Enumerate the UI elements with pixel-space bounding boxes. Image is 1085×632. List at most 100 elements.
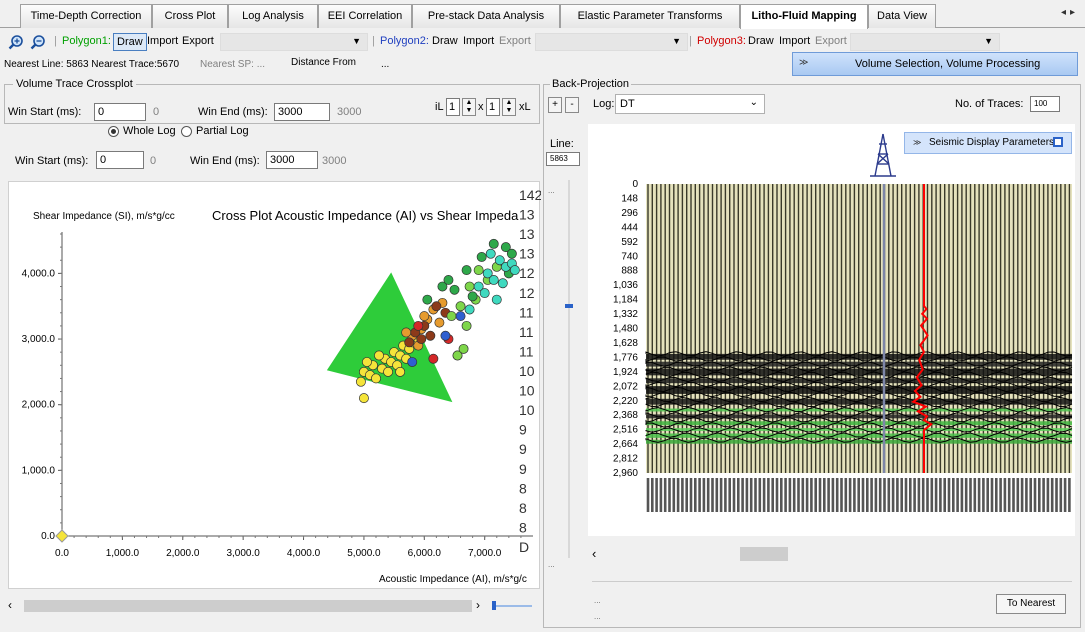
vol-win-end-input[interactable]: 3000 [274,103,330,121]
polygon1-import-button[interactable]: Import [147,35,178,47]
crossline-spinner-icon[interactable]: ▲ ▼ [502,98,516,116]
to-nearest-button[interactable]: To Nearest [996,594,1066,614]
tab-prestack-data-analysis[interactable]: Pre-stack Data Analysis [412,4,560,28]
partial-log-radio[interactable] [181,126,192,137]
colorbar-label: 13 [519,226,535,242]
polygon3-combo[interactable]: ▼ [850,33,1000,51]
scatter-point[interactable] [473,265,484,276]
scatter-point[interactable] [491,294,502,305]
volume-selection-button[interactable]: ≫ Volume Selection, Volume Processing [792,52,1078,76]
scatter-point[interactable] [416,334,427,344]
polygon2-draw-button[interactable]: Draw [432,35,458,47]
inline-step-input[interactable]: 1 [446,98,460,116]
tab-litho-fluid-mapping[interactable]: Litho-Fluid Mapping [740,4,868,29]
pin-icon[interactable] [1053,137,1063,147]
seismic-display-parameters-button[interactable]: ≫ Seismic Display Parameters [904,132,1072,154]
scatter-point[interactable] [464,304,475,315]
crossplot-scroll-thumb[interactable] [24,600,472,612]
log-win-start-input[interactable]: 0 [96,151,144,169]
slider-thumb[interactable] [565,304,573,308]
polygon2-export-button[interactable]: Export [499,35,531,47]
polygon3-export-button[interactable]: Export [815,35,847,47]
crossplot-chart-area[interactable]: Shear Impedance (SI), m/s*g/cc Cross Plot… [8,181,543,590]
line-vertical-slider[interactable]: ... ... [548,180,580,570]
line-input[interactable]: 5863 [546,152,580,166]
scatter-point[interactable] [419,311,430,322]
scatter-point[interactable] [488,238,499,249]
zoom-in-icon[interactable] [8,34,24,50]
scatter-point[interactable] [476,252,487,262]
seismic-trace-slider[interactable] [592,574,1072,582]
crossplot-svg[interactable]: Shear Impedance (SI), m/s*g/cc Cross Plot… [9,182,543,590]
seismic-display[interactable]: 0 148 296 444 592 740 888 1,036 1,184 1,332 1,480 1… [588,124,1075,536]
zoom-minus-button[interactable]: - [565,97,579,113]
polygon1-export-button[interactable]: Export [182,35,214,47]
whole-log-radio[interactable] [108,126,119,137]
scatter-point[interactable] [506,248,517,259]
scatter-point[interactable] [455,301,466,312]
scatter-point[interactable] [461,320,472,331]
vol-win-start-input[interactable]: 0 [94,103,146,121]
scatter-point[interactable] [422,294,433,305]
scatter-point[interactable] [431,301,442,312]
scatter-point[interactable] [395,366,406,377]
log-select[interactable]: DT ⌄ [615,94,765,114]
zoom-plus-button[interactable]: + [548,97,562,113]
scatter-point[interactable] [458,343,469,354]
scatter-point[interactable] [488,275,499,285]
no-of-traces-input[interactable]: 100 [1030,96,1060,112]
scatter-point[interactable] [371,373,381,384]
scatter-point[interactable] [449,284,460,295]
seismic-svg[interactable]: 0 148 296 444 592 740 888 1,036 1,184 1,332 1,480 1… [588,124,1075,536]
vol-win-end-hint: 3000 [337,106,362,118]
scatter-point[interactable] [404,337,415,348]
log-win-end-input[interactable]: 3000 [266,151,318,169]
polygon2-combo[interactable]: ▼ [535,33,688,51]
tab-cross-plot[interactable]: Cross Plot [152,4,228,28]
scroll-right-icon[interactable]: › [476,598,480,612]
scatter-point[interactable] [425,330,436,341]
scatter-point[interactable] [434,317,445,328]
scatter-point[interactable] [413,320,424,331]
scatter-point[interactable] [464,281,475,292]
tab-eei-correlation[interactable]: EEI Correlation [318,4,412,28]
crossplot-hscrollbar[interactable]: ‹ › [4,596,540,616]
scatter-point[interactable] [383,366,394,377]
polygon2-import-button[interactable]: Import [463,35,494,47]
trace-number-label [702,478,706,512]
tab-data-view[interactable]: Data View [868,4,936,28]
scatter-point[interactable] [374,350,384,361]
seismic-hscrollbar[interactable]: ‹ [588,540,1075,570]
tab-time-depth-correction[interactable]: Time-Depth Correction [20,4,152,28]
scatter-point[interactable] [455,311,466,322]
polygon3-import-button[interactable]: Import [779,35,810,47]
crossline-step-input[interactable]: 1 [486,98,500,116]
scatter-point[interactable] [440,330,451,341]
scatter-point[interactable] [361,357,372,367]
scroll-left-icon[interactable]: ‹ [8,598,12,612]
scatter-point[interactable] [467,291,478,302]
scatter-point[interactable] [401,327,412,338]
polygon3-draw-button[interactable]: Draw [748,35,774,47]
scatter-point[interactable] [407,357,418,367]
scatter-point[interactable] [479,288,490,299]
scatter-point[interactable] [461,265,472,276]
scatter-point[interactable] [485,248,496,259]
scatter-point[interactable] [358,393,369,404]
tab-log-analysis[interactable]: Log Analysis [228,4,318,28]
tab-elastic-parameter-transforms[interactable]: Elastic Parameter Transforms [560,4,740,28]
inline-spinner-icon[interactable]: ▲ ▼ [462,98,476,116]
scroll-left-icon[interactable]: ‹ [592,546,596,561]
zoom-slider-thumb[interactable] [492,601,496,610]
scatter-point[interactable] [443,275,454,285]
seismic-scroll-thumb[interactable] [740,547,788,561]
scatter-point[interactable] [428,353,439,364]
scatter-point[interactable] [497,278,508,289]
zoom-slider-track[interactable] [492,605,532,607]
polygon1-draw-button[interactable]: Draw [113,33,147,51]
polygon1-combo[interactable]: ▼ [220,33,368,51]
tab-scroll-arrows-icon[interactable]: ◂▸ [1061,7,1079,18]
zoom-out-icon[interactable] [30,34,46,50]
scatter-point[interactable] [355,376,366,387]
scatter-point[interactable] [446,311,457,322]
